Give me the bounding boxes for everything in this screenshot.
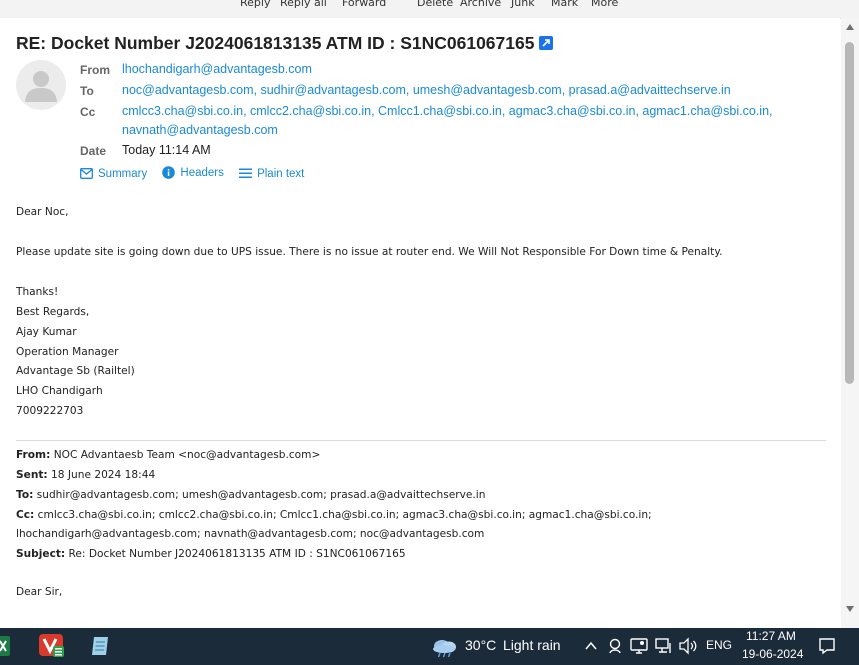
quoted-greeting: Dear Sir,	[16, 586, 63, 598]
quoted-subject-label: Subject:	[16, 548, 66, 560]
sender-avatar	[16, 60, 66, 110]
quoted-to-value: sudhir@advantagesb.com; umesh@advantages…	[36, 489, 486, 501]
quoted-cc: Cc: cmlcc3.cha@sbi.co.in; cmlcc2.cha@sbi…	[16, 509, 652, 521]
date-label: Date	[80, 144, 107, 158]
headers-label: Headers	[180, 166, 224, 179]
display-settings-icon[interactable]	[630, 637, 648, 655]
quoted-to: To: sudhir@advantagesb.com; umesh@advant…	[16, 489, 485, 501]
chevron-up-icon[interactable]	[584, 639, 598, 653]
signature-company: Advantage Sb (Railtel)	[16, 365, 135, 377]
summary-view-button[interactable]: Summary	[80, 168, 147, 180]
cc-label: Cc	[80, 105, 96, 119]
quoted-subject: Subject: Re: Docket Number J202406181313…	[16, 548, 406, 560]
notification-center-icon[interactable]	[818, 637, 836, 655]
quoted-to-label: To:	[16, 489, 34, 501]
quoted-subject-value: Re: Docket Number J2024061813135 ATM ID …	[68, 548, 406, 560]
rain-cloud-icon[interactable]	[431, 636, 459, 658]
scroll-down-icon[interactable]	[846, 606, 854, 612]
header-view-options: Summary Headers Plain text	[80, 166, 316, 182]
meet-camera-icon[interactable]	[607, 637, 623, 655]
scrollbar-thumb[interactable]	[845, 42, 854, 384]
clock-time[interactable]: 11:27 AM	[746, 629, 796, 643]
signature-title: Operation Manager	[16, 346, 119, 358]
body-thanks: Thanks!	[16, 286, 59, 298]
summary-label: Summary	[98, 167, 148, 180]
speaker-volume-icon[interactable]	[678, 637, 698, 655]
clock-date[interactable]: 19-06-2024	[742, 647, 803, 661]
message-subject: RE: Docket Number J2024061813135 ATM ID …	[16, 33, 554, 54]
delete-button[interactable]: Delete	[417, 0, 453, 9]
quoted-cc-value-line1: cmlcc3.cha@sbi.co.in; cmlcc2.cha@sbi.co.…	[37, 509, 652, 521]
list-lines-icon	[239, 168, 253, 178]
quoted-cc-label: Cc:	[16, 509, 35, 521]
reply-all-button[interactable]: Reply all	[280, 0, 327, 9]
open-in-new-window-icon[interactable]	[539, 36, 554, 50]
quoted-sent-value: 18 June 2024 18:44	[51, 469, 156, 481]
from-label: From	[80, 63, 110, 77]
quoted-sent: Sent: 18 June 2024 18:44	[16, 469, 155, 481]
signature-name: Ajay Kumar	[16, 326, 77, 338]
quoted-cc-line2: lhochandigarh@advantagesb.com; navnath@a…	[16, 528, 485, 540]
weather-temperature[interactable]: 30°C	[465, 637, 496, 653]
quote-separator	[16, 440, 826, 441]
taskbar: 30°C Light rain ENG 11:27 AM 19-06-2024	[0, 628, 859, 665]
vivaldi-app-icon[interactable]	[38, 633, 66, 659]
quoted-from-label: From:	[16, 449, 51, 461]
message-toolbar: Reply Reply all Forward Delete Archive J…	[0, 0, 859, 19]
signature-regards: Best Regards,	[16, 306, 90, 318]
archive-button[interactable]: Archive	[460, 0, 501, 9]
quoted-sent-label: Sent:	[16, 469, 48, 481]
plain-text-label: Plain text	[257, 167, 305, 180]
message-date: Today 11:14 AM	[122, 143, 211, 157]
weather-condition[interactable]: Light rain	[503, 637, 561, 653]
signature-office: LHO Chandigarh	[16, 385, 103, 397]
to-label: To	[80, 84, 94, 98]
notepad-app-icon[interactable]	[89, 634, 113, 658]
message-view: RE: Docket Number J2024061813135 ATM ID …	[0, 18, 840, 628]
to-addresses[interactable]: noc@advantagesb.com, sudhir@advantagesb.…	[122, 83, 731, 97]
cc-addresses-line1[interactable]: cmlcc3.cha@sbi.co.in, cmlcc2.cha@sbi.co.…	[122, 104, 773, 118]
network-wired-icon[interactable]	[655, 637, 673, 655]
cc-addresses-line2[interactable]: navnath@advantagesb.com	[122, 123, 278, 137]
input-language[interactable]: ENG	[706, 638, 732, 652]
scroll-up-icon[interactable]	[846, 24, 854, 30]
mark-button[interactable]: Mark	[551, 0, 578, 9]
person-icon	[25, 71, 57, 102]
excel-app-icon[interactable]	[0, 635, 12, 657]
body-paragraph: Please update site is going down due to …	[16, 246, 723, 258]
headers-view-button[interactable]: Headers	[162, 166, 224, 179]
junk-button[interactable]: Junk	[511, 0, 535, 9]
quoted-from-value: NOC Advantaesb Team <noc@advantagesb.com…	[53, 449, 321, 461]
plain-text-view-button[interactable]: Plain text	[239, 168, 304, 180]
subject-text: RE: Docket Number J2024061813135 ATM ID …	[16, 33, 535, 53]
more-button[interactable]: More	[591, 0, 618, 9]
quoted-from: From: NOC Advantaesb Team <noc@advantage…	[16, 449, 320, 461]
reply-button[interactable]: Reply	[240, 0, 270, 9]
vertical-scrollbar[interactable]	[841, 18, 859, 628]
from-address[interactable]: lhochandigarh@advantagesb.com	[122, 62, 312, 76]
info-icon	[162, 166, 176, 179]
envelope-icon	[80, 168, 93, 179]
body-greeting: Dear Noc,	[16, 206, 69, 218]
signature-phone: 7009222703	[16, 405, 84, 417]
forward-button[interactable]: Forward	[342, 0, 386, 9]
